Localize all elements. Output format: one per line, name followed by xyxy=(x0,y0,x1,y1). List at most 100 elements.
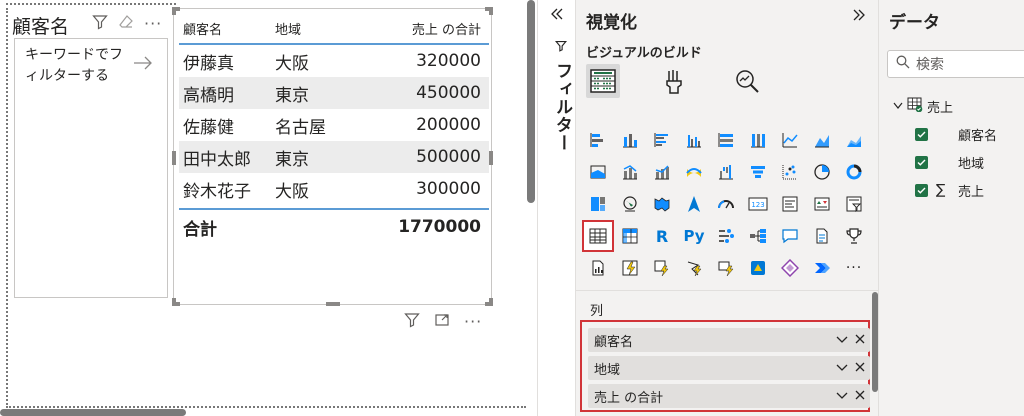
chevron-down-icon[interactable] xyxy=(834,389,850,403)
column-header-customer[interactable]: 顧客名 xyxy=(179,19,271,38)
table-row[interactable]: 鈴木花子 大阪 300000 xyxy=(179,173,489,205)
funnel-chart-icon[interactable] xyxy=(742,156,774,188)
field-checkbox[interactable] xyxy=(915,155,928,169)
resize-handle-right[interactable] xyxy=(489,151,493,165)
filters-pane-collapsed[interactable]: フィルター xyxy=(537,0,575,416)
chevron-down-icon[interactable] xyxy=(834,361,850,375)
filter-icon[interactable] xyxy=(404,312,420,332)
field-checkbox[interactable] xyxy=(915,127,928,141)
chevron-down-icon[interactable] xyxy=(834,333,850,347)
clustered-column-chart-icon[interactable] xyxy=(678,124,710,156)
stacked-bar-chart-icon[interactable] xyxy=(582,124,614,156)
waterfall-chart-icon[interactable] xyxy=(710,156,742,188)
smart-narrative-icon[interactable] xyxy=(806,220,838,252)
columns-well[interactable]: 顧客名 地域 売上 の合計 xyxy=(580,320,870,412)
multi-row-card-icon[interactable] xyxy=(774,188,806,220)
slicer-icon[interactable] xyxy=(838,188,870,220)
slicer-visual[interactable]: 顧客名 ··· キーワードでフィルターする xyxy=(12,8,168,298)
table-visual-icon[interactable] xyxy=(582,220,614,252)
scatter-chart-icon[interactable] xyxy=(774,156,806,188)
custom-visual-icon-1[interactable] xyxy=(614,252,646,284)
area-chart-icon[interactable] xyxy=(806,124,838,156)
table-visual[interactable]: 顧客名 地域 売上 の合計 伊藤真 大阪 320000 高橋明 東京 45000… xyxy=(172,7,493,306)
filters-label[interactable]: フィルター xyxy=(550,62,575,152)
power-apps-diamond-icon[interactable] xyxy=(774,252,806,284)
azure-map-icon[interactable] xyxy=(678,188,710,220)
double-chevron-right-icon[interactable] xyxy=(852,6,866,27)
power-apps-visual-icon[interactable] xyxy=(742,252,774,284)
custom-visual-icon-4[interactable] xyxy=(710,252,742,284)
kpi-icon[interactable] xyxy=(806,188,838,220)
build-visual-tab[interactable] xyxy=(586,64,620,98)
more-visuals-icon[interactable]: ··· xyxy=(838,252,870,284)
resize-handle-br-v[interactable] xyxy=(489,298,493,306)
table-row[interactable]: 高橋明 東京 450000 xyxy=(179,77,489,109)
line-stacked-column-chart-icon[interactable] xyxy=(646,156,678,188)
table-row[interactable]: 田中太郎 東京 500000 xyxy=(179,141,489,173)
stacked-column-chart-icon[interactable] xyxy=(614,124,646,156)
table-row[interactable]: 佐藤健 名古屋 200000 xyxy=(179,109,489,141)
resize-handle-tr-v[interactable] xyxy=(489,7,493,15)
focus-mode-icon[interactable] xyxy=(434,312,450,332)
chevron-down-icon[interactable] xyxy=(893,99,903,114)
arrow-right-icon[interactable] xyxy=(133,51,153,75)
filter-icon[interactable] xyxy=(92,14,108,34)
resize-handle-bottom[interactable] xyxy=(326,302,340,306)
more-options-icon[interactable]: ··· xyxy=(464,312,482,332)
gauge-icon[interactable] xyxy=(710,188,742,220)
clustered-bar-chart-icon[interactable] xyxy=(646,124,678,156)
100-stacked-column-chart-icon[interactable] xyxy=(742,124,774,156)
well-field-region[interactable]: 地域 xyxy=(588,356,870,380)
goals-trophy-icon[interactable] xyxy=(838,220,870,252)
analytics-tab[interactable] xyxy=(730,64,764,98)
key-influencers-icon[interactable] xyxy=(710,220,742,252)
treemap-icon[interactable] xyxy=(582,188,614,220)
line-clustered-column-chart-icon[interactable] xyxy=(614,156,646,188)
column-header-region[interactable]: 地域 xyxy=(271,19,351,38)
double-chevron-left-icon[interactable] xyxy=(550,6,564,25)
pie-chart-icon[interactable] xyxy=(806,156,838,188)
python-visual-icon[interactable]: Py xyxy=(678,220,710,252)
canvas-vertical-scrollbar[interactable] xyxy=(527,0,535,203)
resize-handle-tl-v[interactable] xyxy=(172,7,176,15)
map-icon[interactable] xyxy=(614,188,646,220)
field-row-customer[interactable]: 顧客名 xyxy=(893,120,997,148)
table-row[interactable]: 伊藤真 大阪 320000 xyxy=(179,45,489,77)
donut-chart-icon[interactable] xyxy=(838,156,870,188)
100-stacked-bar-chart-icon[interactable] xyxy=(710,124,742,156)
decomposition-tree-icon[interactable] xyxy=(742,220,774,252)
resize-handle-left[interactable] xyxy=(172,151,176,165)
resize-handle-bl-v[interactable] xyxy=(172,298,176,306)
well-field-customer[interactable]: 顧客名 xyxy=(588,328,870,352)
card-icon[interactable]: 123 xyxy=(742,188,774,220)
stacked-area-chart-icon[interactable] xyxy=(838,124,870,156)
report-canvas[interactable]: 顧客名 ··· キーワードでフィルターする 顧客名 地域 売上 の合計 伊藤真 … xyxy=(0,0,537,416)
data-search-input[interactable]: 検索 xyxy=(887,50,1024,78)
filled-map-icon[interactable] xyxy=(646,188,678,220)
field-row-region[interactable]: 地域 xyxy=(893,148,997,176)
ribbon-chart-icon[interactable] xyxy=(582,156,614,188)
close-icon[interactable] xyxy=(852,361,868,375)
close-icon[interactable] xyxy=(852,333,868,347)
viz-pane-scrollbar[interactable] xyxy=(872,292,878,392)
paginated-report-icon[interactable] xyxy=(582,252,614,284)
field-checkbox[interactable] xyxy=(915,183,928,197)
format-visual-tab[interactable] xyxy=(658,64,692,98)
close-icon[interactable] xyxy=(852,389,868,403)
line-chart-icon[interactable] xyxy=(774,124,806,156)
custom-visual-icon-3[interactable] xyxy=(678,252,710,284)
field-row-sales[interactable]: ∑ 売上 xyxy=(893,176,997,204)
custom-visual-icon-2[interactable] xyxy=(646,252,678,284)
canvas-horizontal-scrollbar[interactable] xyxy=(0,409,186,416)
ribbon-alt-chart-icon[interactable] xyxy=(678,156,710,188)
slicer-search-prompt[interactable]: キーワードでフィルターする xyxy=(25,45,125,87)
slicer-search-box[interactable]: キーワードでフィルターする xyxy=(14,38,168,298)
column-header-sales-total[interactable]: 売上 の合計 xyxy=(351,19,485,38)
table-node-sales[interactable]: 売上 xyxy=(893,92,997,120)
eraser-icon[interactable] xyxy=(118,14,134,34)
qna-icon[interactable] xyxy=(774,220,806,252)
matrix-icon[interactable] xyxy=(614,220,646,252)
power-automate-icon[interactable] xyxy=(806,252,838,284)
r-script-visual-icon[interactable]: R xyxy=(646,220,678,252)
well-field-sales-total[interactable]: 売上 の合計 xyxy=(588,384,870,408)
